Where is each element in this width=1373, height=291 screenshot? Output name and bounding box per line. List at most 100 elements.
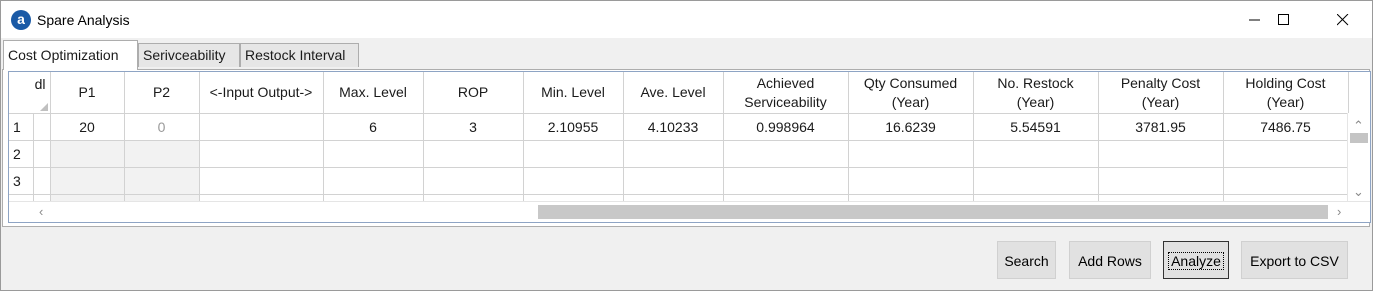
table-cell[interactable] [50, 140, 125, 168]
table-cell[interactable] [199, 167, 324, 195]
table-cell[interactable] [973, 167, 1099, 195]
results-table: dl P1 P2 <-Input Output-> Max. Level ROP Min.… [9, 72, 1349, 222]
column-header-label: Qty Consumed [863, 74, 958, 91]
button-bar: Search Add Rows Analyze Export to CSV [2, 228, 1370, 290]
row-selector[interactable] [33, 167, 51, 195]
table-cell[interactable] [323, 167, 424, 195]
table-cell[interactable] [423, 140, 524, 168]
table-cell[interactable] [723, 167, 849, 195]
column-header-label: No. Restock [997, 74, 1074, 91]
table-cell[interactable]: 20 [50, 113, 125, 141]
column-header[interactable]: Achieved Serviceability [723, 72, 849, 114]
column-header-label: (Year) [1266, 93, 1305, 110]
window-title: Spare Analysis [37, 12, 130, 28]
table-cell[interactable] [199, 113, 324, 141]
column-header[interactable]: Holding Cost (Year) [1223, 72, 1349, 114]
title-bar[interactable]: a Spare Analysis [1, 1, 1372, 38]
table-cell[interactable] [323, 140, 424, 168]
row-header-corner[interactable]: dl [9, 72, 51, 114]
column-header-label: Min. Level [541, 84, 605, 100]
column-header[interactable]: P1 [50, 72, 125, 114]
horizontal-scrollbar[interactable]: ‹ › [9, 201, 1370, 222]
column-header-label: Ave. Level [640, 84, 706, 100]
table-cell[interactable] [124, 140, 200, 168]
table-cell[interactable]: 6 [323, 113, 424, 141]
column-header-label: (Year) [891, 93, 930, 110]
table-cell[interactable] [423, 167, 524, 195]
table-cell[interactable]: 5.54591 [973, 113, 1099, 141]
column-header[interactable]: Ave. Level [623, 72, 724, 114]
table-row: 2 [9, 140, 1349, 168]
table-cell[interactable]: 2.10955 [523, 113, 624, 141]
scroll-down-icon[interactable]: ⌄ [1353, 185, 1364, 198]
table-cell[interactable]: 3 [423, 113, 524, 141]
table-cell[interactable] [623, 140, 724, 168]
column-header-label: Penalty Cost [1120, 74, 1201, 91]
table-cell[interactable] [1098, 140, 1224, 168]
table-cell[interactable] [523, 140, 624, 168]
table-cell[interactable] [199, 140, 324, 168]
vertical-scrollbar[interactable]: ⌃ ⌄ [1347, 113, 1370, 203]
table-cell[interactable]: 0 [124, 113, 200, 141]
table-cell[interactable]: 0.998964 [723, 113, 849, 141]
export-csv-button[interactable]: Export to CSV [1241, 241, 1348, 279]
table-cell[interactable] [1223, 140, 1349, 168]
table-cell[interactable] [523, 167, 624, 195]
table-cell[interactable]: 4.10233 [623, 113, 724, 141]
column-header[interactable]: Penalty Cost (Year) [1098, 72, 1224, 114]
column-header[interactable]: <-Input Output-> [199, 72, 324, 114]
app-logo-icon: a [11, 10, 31, 30]
table-cell[interactable] [1098, 167, 1224, 195]
row-number[interactable]: 2 [9, 140, 34, 168]
vertical-scroll-thumb[interactable] [1350, 133, 1368, 143]
column-header-label: P2 [152, 84, 171, 100]
column-header[interactable]: Min. Level [523, 72, 624, 114]
select-all-triangle-icon [39, 103, 48, 111]
results-grid[interactable]: dl P1 P2 <-Input Output-> Max. Level ROP Min.… [8, 71, 1371, 223]
table-cell[interactable]: 16.6239 [848, 113, 974, 141]
column-header-label: P1 [78, 84, 96, 100]
scroll-left-icon[interactable]: ‹ [39, 205, 43, 218]
corner-label: dl [34, 76, 46, 92]
table-cell[interactable] [723, 140, 849, 168]
horizontal-scroll-thumb[interactable] [538, 205, 1328, 219]
table-cell[interactable] [848, 167, 974, 195]
tab-serviceability[interactable]: Serivceability [138, 43, 240, 67]
spare-analysis-window: a Spare Analysis Cost Optimization Seriv… [0, 0, 1373, 291]
column-header-label: (Year) [1141, 93, 1180, 110]
column-header[interactable]: P2 [124, 72, 200, 114]
table-cell[interactable] [848, 140, 974, 168]
table-cell[interactable] [50, 167, 125, 195]
tab-strip: Cost Optimization Serivceability Restock… [1, 39, 1372, 70]
column-header[interactable]: Max. Level [323, 72, 424, 114]
row-number[interactable]: 1 [9, 113, 34, 141]
search-button[interactable]: Search [997, 241, 1056, 279]
table-cell[interactable]: 7486.75 [1223, 113, 1349, 141]
scroll-right-icon[interactable]: › [1337, 205, 1341, 218]
close-icon [1337, 13, 1349, 25]
analyze-label: Analyze [1168, 252, 1224, 270]
column-header-label: (Year) [1016, 93, 1055, 110]
row-selector[interactable] [33, 113, 51, 141]
column-header[interactable]: ROP [423, 72, 524, 114]
column-header-label: <-Input Output-> [209, 84, 313, 100]
analyze-button[interactable]: Analyze [1163, 241, 1229, 279]
tab-cost-optimization[interactable]: Cost Optimization [3, 40, 138, 70]
table-cell[interactable] [973, 140, 1099, 168]
add-rows-button[interactable]: Add Rows [1069, 241, 1151, 279]
scroll-up-icon[interactable]: ⌃ [1353, 119, 1364, 132]
table-cell[interactable] [623, 167, 724, 195]
row-selector[interactable] [33, 140, 51, 168]
row-number[interactable]: 3 [9, 167, 34, 195]
table-cell[interactable] [1223, 167, 1349, 195]
column-header[interactable]: No. Restock (Year) [973, 72, 1099, 114]
maximize-button[interactable] [1255, 1, 1313, 38]
table-cell[interactable]: 3781.95 [1098, 113, 1224, 141]
tab-restock-interval[interactable]: Restock Interval [240, 43, 359, 67]
table-cell[interactable] [124, 167, 200, 195]
table-row: 1 20 0 6 3 2.10955 4.10233 0.998964 16.6239 5.545… [9, 113, 1349, 141]
close-button[interactable] [1314, 1, 1372, 38]
maximize-icon [1278, 13, 1289, 25]
table-row: 3 [9, 167, 1349, 195]
column-header[interactable]: Qty Consumed (Year) [848, 72, 974, 114]
